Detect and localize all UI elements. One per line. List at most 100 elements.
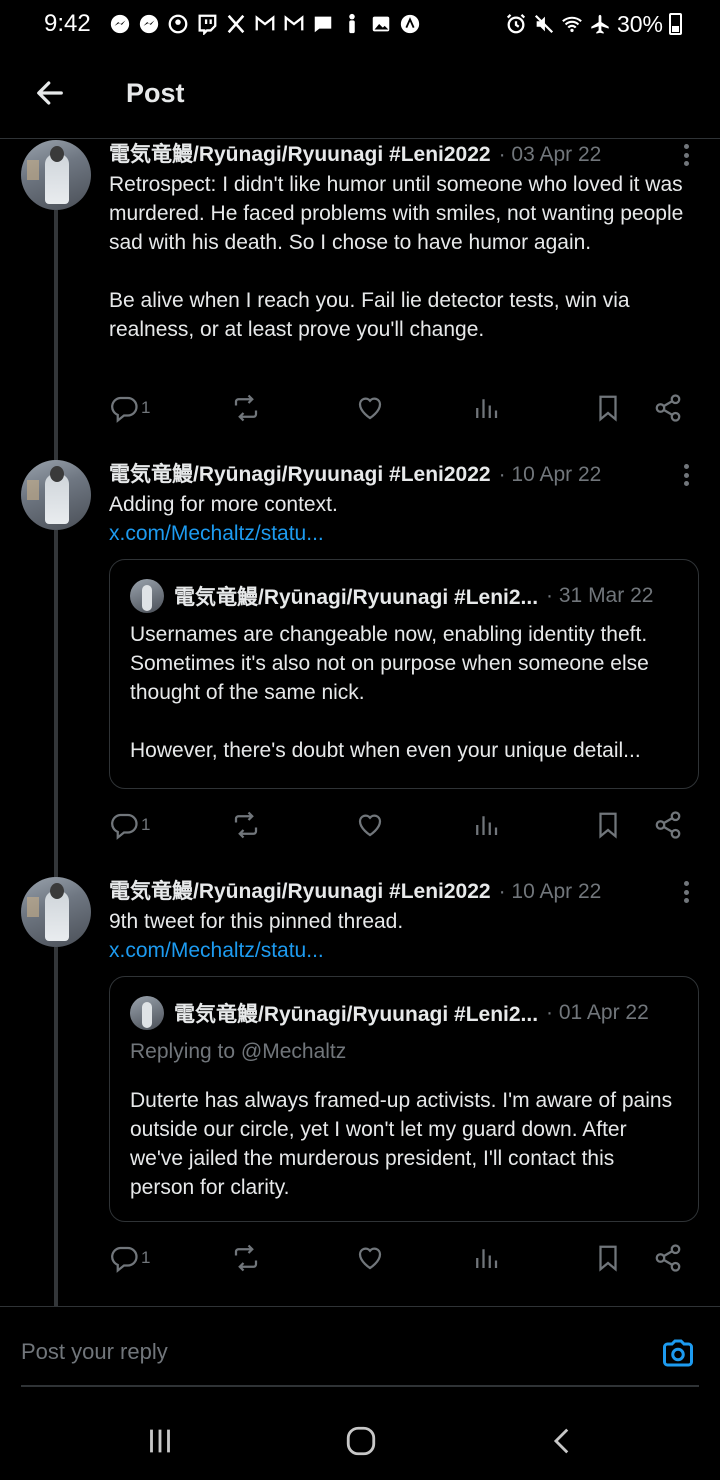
chat-icon <box>312 13 334 35</box>
more-options-icon[interactable] <box>674 142 698 168</box>
repost-icon <box>234 394 258 422</box>
tweet-header: 電気竜鰻/Ryūnagi/Ryuunagi #Leni2022 · 10 Apr… <box>109 875 699 905</box>
views-icon <box>476 1249 498 1268</box>
action-bar: 1 <box>109 390 699 426</box>
arrow-left-icon <box>37 81 63 105</box>
quoted-text: Usernames are changeable now, enabling i… <box>130 623 649 762</box>
reply-input[interactable] <box>21 1327 581 1377</box>
quoted-display-name: 電気竜鰻/Ryūnagi/Ryuunagi #Leni2... <box>174 1003 539 1026</box>
action-bar: 1 <box>109 807 699 843</box>
tweet-text: 9th tweet for this pinned thread. <box>109 910 404 933</box>
action-bar: 1 <box>109 1240 699 1276</box>
home-button[interactable] <box>341 1424 381 1458</box>
repost-icon <box>234 811 258 839</box>
reply-button[interactable]: 1 <box>109 807 150 843</box>
back-button[interactable] <box>20 63 80 123</box>
quoted-tweet-header: 電気竜鰻/Ryūnagi/Ryuunagi #Leni2... · 31 Mar… <box>130 578 678 614</box>
share-button[interactable] <box>653 807 683 843</box>
bookmark-button[interactable] <box>593 390 623 426</box>
thread-feed[interactable]: 電気竜鰻/Ryūnagi/Ryuunagi #Leni2022 · 03 Apr… <box>0 140 720 1306</box>
recents-button[interactable] <box>140 1424 180 1458</box>
like-button[interactable] <box>355 1240 385 1276</box>
tweet[interactable]: 電気竜鰻/Ryūnagi/Ryuunagi #Leni2022 · 10 Apr… <box>0 460 720 860</box>
more-options-icon[interactable] <box>674 462 698 488</box>
figure-icon <box>341 13 363 35</box>
bookmark-icon <box>599 1245 617 1272</box>
avatar[interactable] <box>21 140 91 210</box>
display-name[interactable]: 電気竜鰻/Ryūnagi/Ryuunagi #Leni2022 <box>109 140 491 168</box>
quoted-tweet[interactable]: 電気竜鰻/Ryūnagi/Ryuunagi #Leni2... · 31 Mar… <box>109 559 699 789</box>
quoted-tweet[interactable]: 電気竜鰻/Ryūnagi/Ryuunagi #Leni2... · 01 Apr… <box>109 976 699 1222</box>
more-options-icon[interactable] <box>674 879 698 905</box>
tweet[interactable]: 電気竜鰻/Ryūnagi/Ryuunagi #Leni2022 · 03 Apr… <box>0 140 720 450</box>
tweet[interactable]: 電気竜鰻/Ryūnagi/Ryuunagi #Leni2022 · 10 Apr… <box>0 877 720 1306</box>
reply-button[interactable]: 1 <box>109 390 150 426</box>
reply-count: 1 <box>141 815 151 834</box>
tweet-body: 電気竜鰻/Ryūnagi/Ryuunagi #Leni2022 · 10 Apr… <box>109 875 699 965</box>
heart-icon <box>358 397 382 420</box>
share-button[interactable] <box>653 1240 683 1276</box>
share-icon <box>655 811 681 839</box>
quoted-display-name: 電気竜鰻/Ryūnagi/Ryuunagi #Leni2... <box>174 586 539 609</box>
reply-icon <box>111 396 138 423</box>
tweet-text: Adding for more context. <box>109 493 338 516</box>
gallery-icon <box>370 13 392 35</box>
system-navigation-bar <box>0 1400 720 1480</box>
tweet-link[interactable]: x.com/Mechaltz/statu... <box>109 519 699 548</box>
views-button[interactable] <box>471 807 501 843</box>
views-icon <box>476 399 498 418</box>
reply-icon <box>111 1246 138 1273</box>
tweet-body: 電気竜鰻/Ryūnagi/Ryuunagi #Leni2022 · 10 Apr… <box>109 458 699 548</box>
notification-icons <box>109 13 421 35</box>
account-icon <box>167 13 189 35</box>
reply-button[interactable]: 1 <box>109 1240 150 1276</box>
repost-button[interactable] <box>231 390 261 426</box>
bookmark-button[interactable] <box>593 1240 623 1276</box>
quoted-tweet-header: 電気竜鰻/Ryūnagi/Ryuunagi #Leni2... · 01 Apr… <box>130 995 678 1031</box>
repost-button[interactable] <box>231 1240 261 1276</box>
bookmark-icon <box>599 395 617 422</box>
tweet-date[interactable]: · 03 Apr 22 <box>499 143 602 167</box>
wifi-icon <box>561 13 583 35</box>
x-icon <box>225 13 247 35</box>
reply-count: 1 <box>141 398 151 417</box>
system-icons: 30% <box>505 11 682 38</box>
quoted-text: Duterte has always framed-up activists. … <box>130 1089 678 1199</box>
tweet-date[interactable]: · 10 Apr 22 <box>499 463 602 487</box>
tweet-link[interactable]: x.com/Mechaltz/statu... <box>109 936 699 965</box>
mute-icon <box>533 13 555 35</box>
tweet-header: 電気竜鰻/Ryūnagi/Ryuunagi #Leni2022 · 10 Apr… <box>109 458 699 488</box>
battery-percent: 30% <box>616 10 663 37</box>
tweet-date[interactable]: · 10 Apr 22 <box>499 880 602 904</box>
status-bar: 9:42 30% <box>0 0 720 48</box>
heart-icon <box>358 814 382 837</box>
status-time: 9:42 <box>44 10 91 37</box>
repost-button[interactable] <box>231 807 261 843</box>
home-icon <box>346 1426 376 1456</box>
airplane-icon <box>589 13 611 35</box>
tweet-text: Retrospect: I didn't like humor until so… <box>109 173 684 341</box>
display-name[interactable]: 電気竜鰻/Ryūnagi/Ryuunagi #Leni2022 <box>109 458 491 488</box>
like-button[interactable] <box>355 807 385 843</box>
reply-count: 1 <box>141 1248 151 1267</box>
camera-icon[interactable] <box>660 1335 696 1371</box>
back-nav-button[interactable] <box>543 1424 583 1458</box>
views-button[interactable] <box>471 390 501 426</box>
views-button[interactable] <box>471 1240 501 1276</box>
quoted-date: · 01 Apr 22 <box>546 1001 649 1024</box>
reply-icon <box>111 813 138 840</box>
share-icon <box>655 394 681 422</box>
heart-icon <box>358 1247 382 1270</box>
twitch-icon <box>196 13 218 35</box>
avatar[interactable] <box>21 877 91 947</box>
bookmark-button[interactable] <box>593 807 623 843</box>
avatar[interactable] <box>21 460 91 530</box>
gmail-icon <box>283 13 305 35</box>
display-name[interactable]: 電気竜鰻/Ryūnagi/Ryuunagi #Leni2022 <box>109 875 491 905</box>
replying-to[interactable]: Replying to @Mechaltz <box>130 1037 678 1066</box>
like-button[interactable] <box>355 390 385 426</box>
avatar <box>130 996 164 1030</box>
top-app-bar: Post <box>0 48 720 139</box>
page-title: Post <box>126 77 185 108</box>
share-button[interactable] <box>653 390 683 426</box>
